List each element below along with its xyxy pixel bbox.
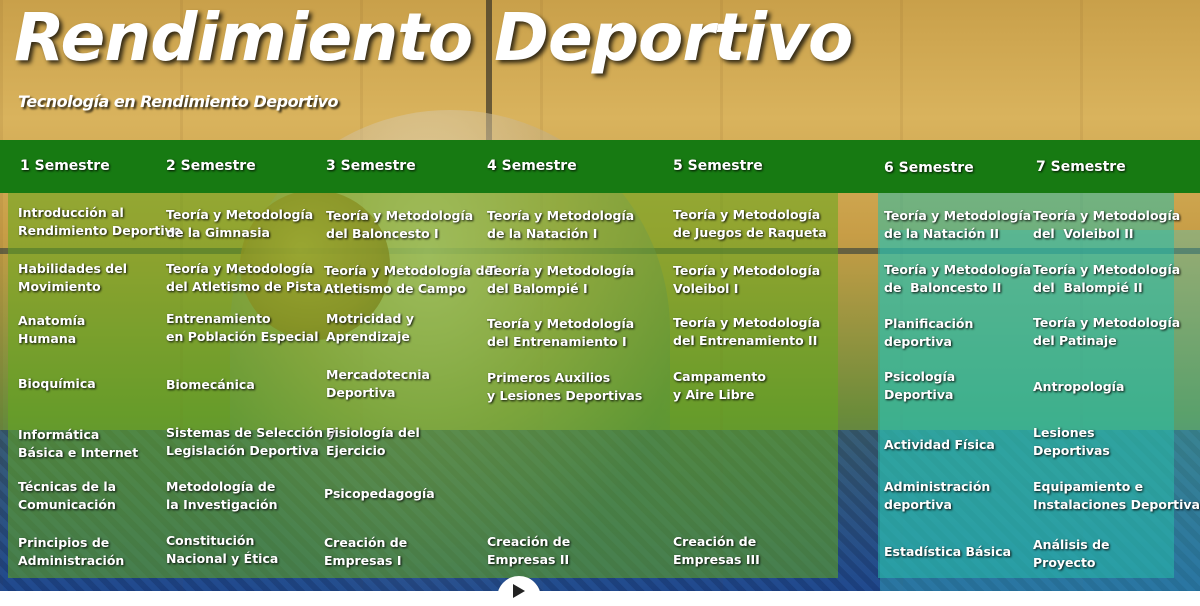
course-item: Teoría y Metodología de la Natación I <box>487 208 635 241</box>
course-item: Antropología <box>1033 379 1125 394</box>
course-item: Biomecánica <box>166 377 255 392</box>
course-item: Introducción al Rendimiento Deportivo <box>18 205 182 238</box>
page-title: Rendimiento Deportivo <box>14 0 853 76</box>
course-item: Entrenamiento en Población Especial <box>166 311 319 344</box>
semester-6-heading: 6 Semestre <box>884 160 974 176</box>
course-item: Teoría y Metodología del Voleibol II <box>1033 208 1181 241</box>
course-item: Teoría y Metodología de Baloncesto II <box>884 262 1032 295</box>
course-item: Informática Básica e Internet <box>18 427 139 460</box>
course-item: Creación de Empresas I <box>324 535 408 568</box>
course-item: Teoría y Metodología del Balompié I <box>487 263 635 296</box>
course-item: Primeros Auxilios y Lesiones Deportivas <box>487 370 643 403</box>
course-item: Teoría y Metodología de la Natación II <box>884 208 1032 241</box>
course-item: Equipamiento e Instalaciones Deportivas <box>1033 479 1200 512</box>
course-item: Teoría y Metodología del Balompié II <box>1033 262 1181 295</box>
course-item: Teoría y Metodología del Baloncesto I <box>326 208 474 241</box>
course-item: Teoría y Metodología del Atletismo de Pi… <box>166 261 322 294</box>
course-item: Estadística Básica <box>884 544 1012 559</box>
course-item: Planificación deportiva <box>884 316 974 349</box>
course-item: Técnicas de la Comunicación <box>18 479 117 512</box>
semester-4-heading: 4 Semestre <box>487 158 577 174</box>
course-item: Lesiones Deportivas <box>1033 425 1110 458</box>
course-item: Campamento y Aire Libre <box>673 369 766 402</box>
course-item: Teoría y Metodología de Juegos de Raquet… <box>673 207 827 240</box>
course-item: Motricidad y Aprendizaje <box>326 311 414 344</box>
course-item: Psicopedagogía <box>324 486 435 501</box>
course-item: Anatomía Humana <box>18 313 86 346</box>
course-item: Habilidades del Movimiento <box>18 261 128 294</box>
course-item: Fisiología del Ejercicio <box>326 425 420 458</box>
course-item: Metodología de la Investigación <box>166 479 278 512</box>
course-item: Sistemas de Selección y Legislación Depo… <box>166 425 336 458</box>
course-item: Administración deportiva <box>884 479 991 512</box>
course-item: Psicología Deportiva <box>884 369 956 402</box>
semester-1-heading: 1 Semestre <box>20 158 110 174</box>
page-subtitle: Tecnología en Rendimiento Deportivo <box>18 92 339 111</box>
course-item: Creación de Empresas III <box>673 534 760 567</box>
course-item: Teoría y Metodología del Entrenamiento I <box>487 316 635 349</box>
course-item: Principios de Administración <box>18 535 125 568</box>
semester-3-heading: 3 Semestre <box>326 158 416 174</box>
course-item: Creación de Empresas II <box>487 534 571 567</box>
course-item: Actividad Física <box>884 437 995 452</box>
course-item: Bioquímica <box>18 376 96 391</box>
course-item: Mercadotecnia Deportiva <box>326 367 430 400</box>
course-item: Teoría y Metodología de la Gimnasia <box>166 207 314 240</box>
semester-7-heading: 7 Semestre <box>1036 159 1126 175</box>
course-item: Análisis de Proyecto <box>1033 537 1110 570</box>
semester-5-heading: 5 Semestre <box>673 158 763 174</box>
course-item: Teoría y Metodología Voleibol I <box>673 263 821 296</box>
course-item: Teoría y Metodología del Atletismo de Ca… <box>324 263 498 296</box>
course-item: Teoría y Metodología del Entrenamiento I… <box>673 315 821 348</box>
semester-2-heading: 2 Semestre <box>166 158 256 174</box>
course-item: Constitución Nacional y Ética <box>166 533 279 566</box>
course-item: Teoría y Metodología del Patinaje <box>1033 315 1181 348</box>
